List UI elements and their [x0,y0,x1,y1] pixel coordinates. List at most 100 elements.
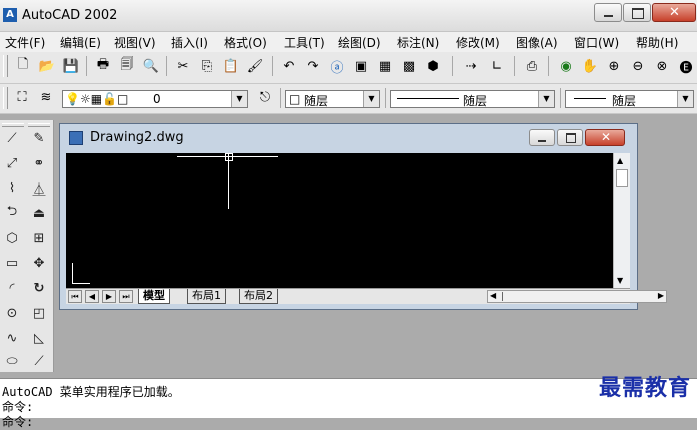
print-preview-icon[interactable]: 🗐 [117,56,137,76]
scroll-down-icon[interactable]: ▼ [617,276,623,285]
rectangle-icon[interactable]: ▭ [1,252,23,274]
menu-image[interactable]: 图像(A) [516,34,558,51]
3d-orbit-icon[interactable]: ◉ [556,56,576,76]
first-tab-icon[interactable]: ⏮ [68,290,82,303]
menu-dimension[interactable]: 标注(N) [397,34,439,51]
paste-icon[interactable]: 📋 [221,56,241,76]
vertical-scrollbar[interactable]: ▲ ▼ [613,153,630,288]
rotate-icon[interactable]: ↻ [28,277,50,299]
find-replace-icon[interactable]: 🔍 [141,56,161,76]
scroll-thumb[interactable] [616,169,628,187]
tool-palette-icon[interactable]: ▩ [399,56,419,76]
autocad-app-icon[interactable]: A [3,8,17,22]
help-icon[interactable]: 🅔 [676,56,696,76]
stretch-icon[interactable]: ◺ [28,327,50,349]
properties-toolbar: ⛶ ≋ 💡☼▦🔓□ 0 ▼ ⎋ □ 随层 ▼ 随层 ▼ 随层 ▼ [0,84,697,114]
hyperlink-icon[interactable]: ⇢ [461,56,481,76]
ucs-icon-x-axis [72,283,90,284]
menu-tools[interactable]: 工具(T) [284,34,325,51]
properties-icon[interactable]: ▦ [375,56,395,76]
tab-layout2[interactable]: 布局2 [239,289,278,304]
scroll-up-icon[interactable]: ▲ [617,156,623,165]
spline-icon[interactable]: ∿ [1,327,23,349]
today-icon[interactable]: ⓐ [327,56,347,76]
zoom-realtime-icon[interactable]: ⊕ [604,56,624,76]
maximize-button[interactable] [623,3,651,22]
close-button[interactable]: ✕ [652,3,696,22]
lineweight-combo[interactable]: 随层 ▼ [565,90,694,108]
command-input-line[interactable]: 命令: [2,413,33,430]
minimize-button[interactable] [594,3,622,22]
arc-icon[interactable]: ◜ [1,277,23,299]
copy-icon[interactable]: ⎘ [197,56,217,76]
make-layer-current-icon[interactable]: ⛶ [12,87,32,107]
color-combo[interactable]: □ 随层 ▼ [285,90,380,108]
polygon-icon[interactable]: ⮌ [1,202,23,224]
menu-insert[interactable]: 插入(I) [171,34,208,51]
dbconnect-icon[interactable]: ⬢ [423,56,443,76]
drawing-canvas[interactable] [66,153,613,288]
scale-icon[interactable]: ◰ [28,302,50,324]
menu-modify[interactable]: 修改(M) [456,34,500,51]
menu-file[interactable]: 文件(F) [5,34,45,51]
lengthen-icon[interactable]: ⟋ [28,350,50,372]
layer-previous-icon[interactable]: ⎋ [255,87,275,107]
prev-tab-icon[interactable]: ◀ [85,290,99,303]
tab-model[interactable]: 模型 [138,289,170,304]
drawing-close-button[interactable]: ✕ [585,129,625,146]
pan-realtime-icon[interactable]: ✋ [580,56,600,76]
color-swatch: □ [289,92,301,106]
match-properties-icon[interactable]: 🖌 [245,56,265,76]
construction-line-icon[interactable]: ⤢ [1,152,23,174]
redo-icon[interactable]: ↷ [303,56,323,76]
menu-draw[interactable]: 绘图(D) [338,34,381,51]
linetype-combo[interactable]: 随层 ▼ [390,90,555,108]
circle-icon[interactable]: ⊙ [1,302,23,324]
zoom-window-icon[interactable]: ⊖ [628,56,648,76]
copy-object-icon[interactable]: ⚭ [28,152,50,174]
hscroll-thumb[interactable] [502,292,503,301]
layer-combo[interactable]: 💡☼▦🔓□ 0 ▼ [62,90,248,108]
erase-icon[interactable]: ✎ [28,127,50,149]
drawing-file-icon[interactable] [69,131,83,145]
print-icon[interactable]: 🖶 [93,56,113,76]
ucs-icon[interactable]: ∟ [487,56,507,76]
mirror-icon[interactable]: ⏅ [28,177,50,199]
next-tab-icon[interactable]: ▶ [102,290,116,303]
menu-view[interactable]: 视图(V) [114,34,156,51]
hexagon-icon[interactable]: ⬡ [1,227,23,249]
scroll-left-icon[interactable]: ◀ [490,291,496,300]
layer-manager-icon[interactable]: ≋ [36,87,56,107]
named-views-icon[interactable]: ⎙ [522,56,542,76]
new-file-icon[interactable]: 🗋 [13,56,33,76]
save-icon[interactable]: 💾 [61,56,81,76]
tab-layout1[interactable]: 布局1 [187,289,226,304]
command-window[interactable]: AutoCAD 菜单实用程序已加载。 命令: 命令: [0,378,697,429]
menu-edit[interactable]: 编辑(E) [60,34,101,51]
toolbar-grip-2[interactable] [3,87,8,109]
chevron-down-icon: ▼ [231,91,247,107]
zoom-previous-icon[interactable]: ⊗ [652,56,672,76]
undo-icon[interactable]: ↶ [279,56,299,76]
watermark-text: 最需教育 [598,375,691,401]
menu-window[interactable]: 窗口(W) [574,34,619,51]
cut-icon[interactable]: ✂ [173,56,193,76]
last-tab-icon[interactable]: ⏭ [119,290,133,303]
menu-help[interactable]: 帮助(H) [636,34,678,51]
offset-icon[interactable]: ⏏ [28,202,50,224]
menu-format[interactable]: 格式(O) [224,34,267,51]
horizontal-scrollbar[interactable]: ◀ ▶ [487,290,667,303]
drawing-maximize-button[interactable] [557,129,583,146]
drawing-minimize-button[interactable] [529,129,555,146]
scroll-right-icon[interactable]: ▶ [658,291,664,300]
open-folder-icon[interactable]: 📂 [37,56,57,76]
polyline-icon[interactable]: ⌇ [1,177,23,199]
ellipse-icon[interactable]: ⬭ [1,350,23,372]
design-center-icon[interactable]: ▣ [351,56,371,76]
move-icon[interactable]: ✥ [28,252,50,274]
drawing-title: Drawing2.dwg [90,130,184,145]
array-icon[interactable]: ⊞ [28,227,50,249]
toolbar-grip[interactable] [3,55,8,77]
chevron-down-icon: ▼ [538,91,554,107]
line-icon[interactable]: ⟋ [1,127,23,149]
